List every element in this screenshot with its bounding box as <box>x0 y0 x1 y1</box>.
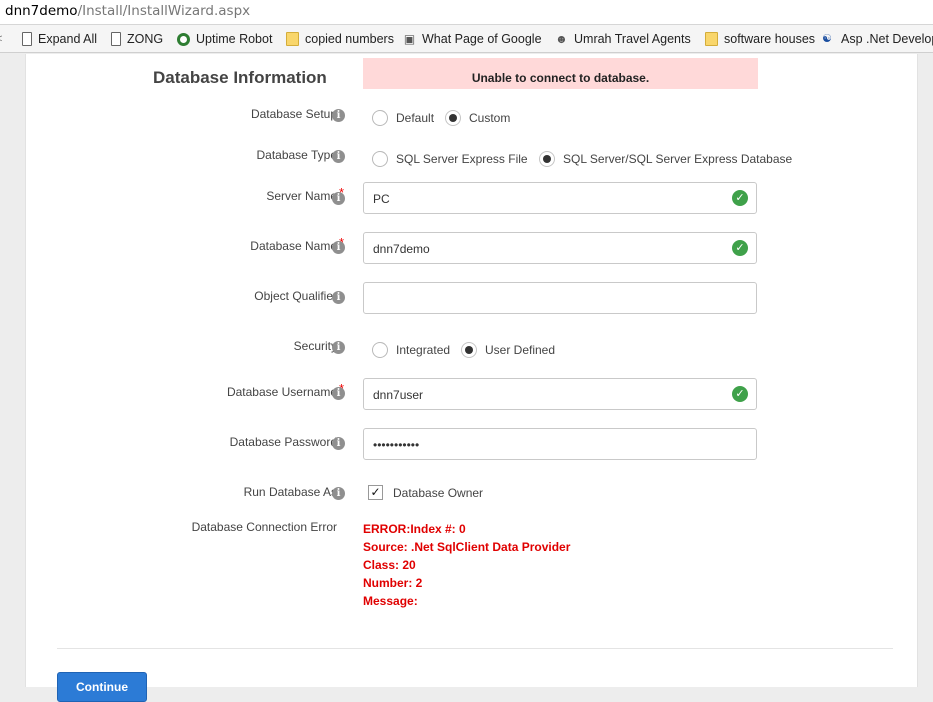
bookmark-label: Asp .Net Develop <box>841 32 933 46</box>
database-setup-default-radio[interactable] <box>372 110 388 126</box>
valid-check-icon: ✓ <box>732 240 748 256</box>
info-icon[interactable]: i <box>332 109 345 122</box>
bookmark-software-houses[interactable]: software houses <box>705 31 815 47</box>
bookmark-label: Expand All <box>38 32 98 46</box>
database-name-label-text: Database Name <box>250 239 337 253</box>
bookmark-label: copied numbers <box>305 32 394 46</box>
url-path: /Install/InstallWizard.aspx <box>77 3 251 19</box>
bookmark-asp-net-develop[interactable]: ☯ Asp .Net Develop <box>822 31 933 47</box>
overflow-chevron-icon[interactable]: < <box>0 31 2 47</box>
error-banner: Unable to connect to database. <box>363 58 758 89</box>
bookmarks-bar: < Expand All ZONG Uptime Robot copied nu… <box>0 25 933 53</box>
address-bar[interactable]: dnn7demo/Install/InstallWizard.aspx <box>0 0 933 25</box>
database-password-label: Database Password <box>229 435 337 449</box>
security-integrated-label: Integrated <box>396 343 451 357</box>
database-setup-label: Database Setup <box>250 107 337 121</box>
globe-icon: ☻ <box>555 32 568 46</box>
folder-icon <box>705 32 718 46</box>
database-name-label: Database Name* <box>250 235 344 253</box>
database-name-input[interactable]: dnn7demo <box>363 232 757 264</box>
info-icon[interactable]: i <box>332 437 345 450</box>
valid-check-icon: ✓ <box>732 386 748 402</box>
url-host: dnn7demo <box>5 3 78 19</box>
bookmark-label: ZONG <box>127 32 164 46</box>
valid-check-icon: ✓ <box>732 190 748 206</box>
database-type-express-file-radio[interactable] <box>372 151 388 167</box>
page-icon <box>22 32 32 46</box>
server-name-input[interactable]: PC <box>363 182 757 214</box>
database-owner-label: Database Owner <box>393 486 484 500</box>
database-password-input[interactable]: ••••••••••• <box>363 428 757 460</box>
bookmark-expand-all[interactable]: Expand All <box>22 31 97 47</box>
bookmark-umrah-travel-agents[interactable]: ☻ Umrah Travel Agents <box>555 31 691 47</box>
security-user-defined-label: User Defined <box>485 343 556 357</box>
server-name-label: Server Name* <box>266 185 344 203</box>
object-qualifier-input[interactable] <box>363 282 757 314</box>
connection-error-label: Database Connection Error <box>191 520 337 534</box>
database-username-label-text: Database Username <box>226 385 337 399</box>
connection-error-details: ERROR:Index #: 0 Source: .Net SqlClient … <box>363 520 570 610</box>
database-owner-checkbox[interactable]: ✓ <box>368 485 383 500</box>
database-type-label: Database Type <box>256 148 337 162</box>
security-user-defined-radio[interactable] <box>461 342 477 358</box>
divider <box>57 648 893 649</box>
section-title: Database Information <box>153 68 327 87</box>
page-icon <box>111 32 121 46</box>
database-type-sql-server-radio[interactable] <box>539 151 555 167</box>
bookmark-uptime-robot[interactable]: Uptime Robot <box>177 31 272 47</box>
bookmark-label: Umrah Travel Agents <box>574 32 691 46</box>
bookmark-what-page-of-google[interactable]: ▣ What Page of Google <box>403 31 542 47</box>
object-qualifier-label: Object Qualifier <box>254 289 337 303</box>
folder-icon <box>286 32 299 46</box>
info-icon[interactable]: i <box>332 341 345 354</box>
error-line: ERROR:Index #: 0 <box>363 522 466 536</box>
continue-button[interactable]: Continue <box>57 672 147 702</box>
bookmark-zong[interactable]: ZONG <box>111 31 163 47</box>
database-type-sql-server-label: SQL Server/SQL Server Express Database <box>563 152 793 166</box>
info-icon[interactable]: i <box>332 241 345 254</box>
asp-net-icon: ☯ <box>822 33 832 45</box>
security-label: Security <box>293 339 337 353</box>
bookmark-label: What Page of Google <box>422 32 542 46</box>
database-username-label: Database Username* <box>226 381 344 399</box>
error-line: Class: 20 <box>363 558 416 572</box>
server-name-label-text: Server Name <box>266 189 337 203</box>
bookmark-label: software houses <box>724 32 816 46</box>
bookmark-copied-numbers[interactable]: copied numbers <box>286 31 394 47</box>
database-setup-custom-label: Custom <box>469 111 511 125</box>
error-line: Number: 2 <box>363 576 423 590</box>
database-setup-custom-radio[interactable] <box>445 110 461 126</box>
info-icon[interactable]: i <box>332 291 345 304</box>
database-type-express-file-label: SQL Server Express File <box>396 152 528 166</box>
run-database-as-label: Run Database As <box>243 485 337 499</box>
database-setup-default-label: Default <box>396 111 435 125</box>
info-icon[interactable]: i <box>332 192 345 205</box>
security-integrated-radio[interactable] <box>372 342 388 358</box>
uptime-robot-icon <box>177 32 190 46</box>
error-line: Message: <box>363 594 418 608</box>
error-line: Source: .Net SqlClient Data Provider <box>363 540 571 554</box>
database-username-input[interactable]: dnn7user <box>363 378 757 410</box>
info-icon[interactable]: i <box>332 150 345 163</box>
info-icon[interactable]: i <box>332 487 345 500</box>
info-icon[interactable]: i <box>332 387 345 400</box>
install-wizard-page: Database Information Unable to connect t… <box>25 54 918 702</box>
globe-icon: ▣ <box>403 32 416 46</box>
bookmark-label: Uptime Robot <box>196 32 273 46</box>
